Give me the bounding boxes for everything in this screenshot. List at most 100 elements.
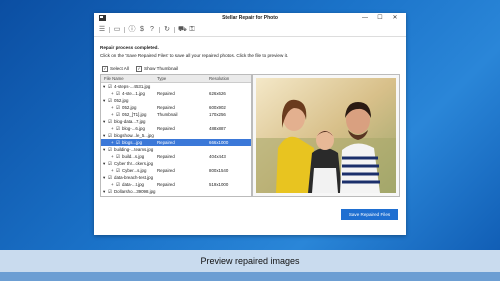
title-bar: Stellar Repair for Photo — ☐ ✕ (94, 13, 406, 23)
row-checkbox[interactable]: ☑ (108, 174, 112, 181)
row-checkbox[interactable]: ☑ (116, 167, 120, 174)
select-all-checkbox[interactable]: ✓ Select All (102, 66, 129, 72)
table-row[interactable]: + ☑ 052_[T1].jpg Thumbnail 170x256 (101, 111, 251, 118)
table-row[interactable]: + ☑ 052.jpg Repaired 600x902 (101, 104, 251, 111)
file-name: Dollarsho...39098.jpg (114, 189, 156, 194)
file-resolution: 666x1000 (209, 140, 229, 145)
table-row[interactable]: + ☑ data-...t.jpg Repaired 519x1000 (101, 181, 251, 188)
expand-plus-icon[interactable]: + (111, 104, 114, 111)
app-window: Stellar Repair for Photo — ☐ ✕ ☰ ▭ ⓘ $ ?… (94, 13, 406, 235)
row-checkbox[interactable]: ☑ (116, 104, 120, 111)
row-checkbox[interactable]: ☑ (108, 132, 112, 139)
file-name: blog-...6.jpg (122, 126, 145, 131)
file-tree-table: File Name Type Resolution ▾ ☑ 4-steps-...4… (100, 74, 252, 197)
bottom-band (0, 272, 500, 281)
file-resolution: 626x626 (209, 91, 226, 96)
file-resolution: 519x1000 (209, 182, 229, 187)
help-icon[interactable]: ? (148, 26, 156, 34)
file-name: 4-steps-...4531.jpg (114, 84, 151, 89)
add-file-icon[interactable]: ▭ (113, 26, 121, 34)
instruction-text: Click on the 'Save Repaired Files' to sa… (100, 53, 289, 58)
table-row[interactable]: + ☑ Cyber...s.jpg Repaired 800x1540 (101, 167, 251, 174)
expand-plus-icon[interactable]: + (111, 153, 114, 160)
refresh-icon[interactable]: ↻ (163, 26, 171, 34)
file-name: 052.jpg (122, 105, 137, 110)
tree-folder-row[interactable]: ▾ ☑ 052.jpg (101, 97, 251, 104)
expand-arrow-icon[interactable]: ▾ (103, 174, 105, 181)
table-row[interactable]: + ☑ build...s.jpg Repaired 404x443 (101, 153, 251, 160)
toolbar-separator (174, 27, 175, 33)
table-row[interactable]: + ☑ 4-ste...1.jpg Repaired 626x626 (101, 90, 251, 97)
column-header[interactable]: Type (157, 76, 166, 81)
maximize-button[interactable]: ☐ (375, 14, 385, 22)
expand-plus-icon[interactable]: + (111, 125, 114, 132)
file-name: data-...t.jpg (122, 182, 144, 187)
expand-arrow-icon[interactable]: ▾ (103, 146, 105, 153)
minimize-button[interactable]: — (360, 14, 370, 22)
expand-plus-icon[interactable]: + (111, 181, 114, 188)
file-name: blog-data...7.jpg (114, 119, 146, 124)
expand-arrow-icon[interactable]: ▾ (103, 83, 105, 90)
file-name: Cyber...s.jpg (122, 168, 147, 173)
expand-plus-icon[interactable]: + (111, 139, 114, 146)
file-name: 052.jpg (114, 98, 129, 103)
row-checkbox[interactable]: ☑ (108, 160, 112, 167)
row-checkbox[interactable]: ☑ (108, 188, 112, 195)
dollar-icon[interactable]: $ (138, 26, 146, 34)
file-name: 052_[T1].jpg (122, 112, 147, 117)
tree-folder-row[interactable]: ▾ ☑ Cyber thr...ckers.jpg (101, 160, 251, 167)
tree-folder-row[interactable]: ▾ ☑ 4-steps-...4531.jpg (101, 83, 251, 90)
column-header[interactable]: File Name (104, 76, 124, 81)
expand-arrow-icon[interactable]: ▾ (103, 118, 105, 125)
column-header[interactable]: Resolution (209, 76, 229, 81)
row-checkbox[interactable]: ☑ (116, 125, 120, 132)
row-checkbox[interactable]: ☑ (116, 153, 120, 160)
expand-arrow-icon[interactable]: ▾ (103, 97, 105, 104)
expand-plus-icon[interactable]: + (111, 111, 114, 118)
file-name: data-breach-test.jpg (114, 175, 154, 180)
row-checkbox[interactable]: ☑ (108, 97, 112, 104)
tree-folder-row[interactable]: ▾ ☑ building-...teams.jpg (101, 146, 251, 153)
table-row[interactable]: + ☑ blogs...jpg Repaired 666x1000 (101, 139, 251, 146)
select-all-label: Select All (110, 66, 129, 72)
tree-folder-row[interactable]: ▾ ☑ blogshow...le_5...jpg (101, 132, 251, 139)
expand-plus-icon[interactable]: + (111, 90, 114, 97)
row-checkbox[interactable]: ☑ (108, 118, 112, 125)
menu-icon[interactable]: ☰ (98, 26, 106, 34)
toolbar-separator (159, 27, 160, 33)
file-resolution: 170x256 (209, 112, 226, 117)
expand-arrow-icon[interactable]: ▾ (103, 160, 105, 167)
tree-folder-row[interactable]: ▾ ☑ data-breach-test.jpg (101, 174, 251, 181)
file-name: building-...teams.jpg (114, 147, 154, 152)
file-type: Repaired (157, 168, 175, 173)
expand-arrow-icon[interactable]: ▾ (103, 132, 105, 139)
cart-icon[interactable]: ⛟ (178, 26, 187, 34)
row-checkbox[interactable]: ☑ (116, 139, 120, 146)
tree-folder-row[interactable]: ▾ ☑ Dollarsho...39098.jpg (101, 188, 251, 195)
file-name: build...s.jpg (122, 154, 145, 159)
caption-banner: Preview repaired images (0, 250, 500, 272)
key-icon[interactable]: ⚿ (188, 26, 196, 34)
expand-plus-icon[interactable]: + (111, 167, 114, 174)
info-icon[interactable]: ⓘ (128, 26, 136, 34)
toolbar-separator (109, 27, 110, 33)
row-checkbox[interactable]: ☑ (116, 111, 120, 118)
file-type: Repaired (157, 126, 175, 131)
show-thumbnail-checkbox[interactable]: ✓ Show Thumbnail (136, 66, 178, 72)
expand-arrow-icon[interactable]: ▾ (103, 188, 105, 195)
show-thumbnail-label: Show Thumbnail (144, 66, 179, 72)
preview-pane (252, 74, 400, 197)
row-checkbox[interactable]: ☑ (116, 181, 120, 188)
preview-image (256, 78, 396, 193)
row-checkbox[interactable]: ☑ (116, 90, 120, 97)
save-repaired-files-button[interactable]: Save Repaired Files (341, 209, 398, 220)
checkbox-check-icon: ✓ (136, 66, 142, 72)
checkbox-check-icon: ✓ (102, 66, 108, 72)
close-button[interactable]: ✕ (390, 14, 400, 22)
table-row[interactable]: + ☑ blog-...6.jpg Repaired 488x887 (101, 125, 251, 132)
toolbar: ☰ ▭ ⓘ $ ? ↻ ⛟ ⚿ (94, 24, 406, 37)
row-checkbox[interactable]: ☑ (108, 146, 112, 153)
file-type: Repaired (157, 182, 175, 187)
row-checkbox[interactable]: ☑ (108, 83, 112, 90)
tree-folder-row[interactable]: ▾ ☑ blog-data...7.jpg (101, 118, 251, 125)
